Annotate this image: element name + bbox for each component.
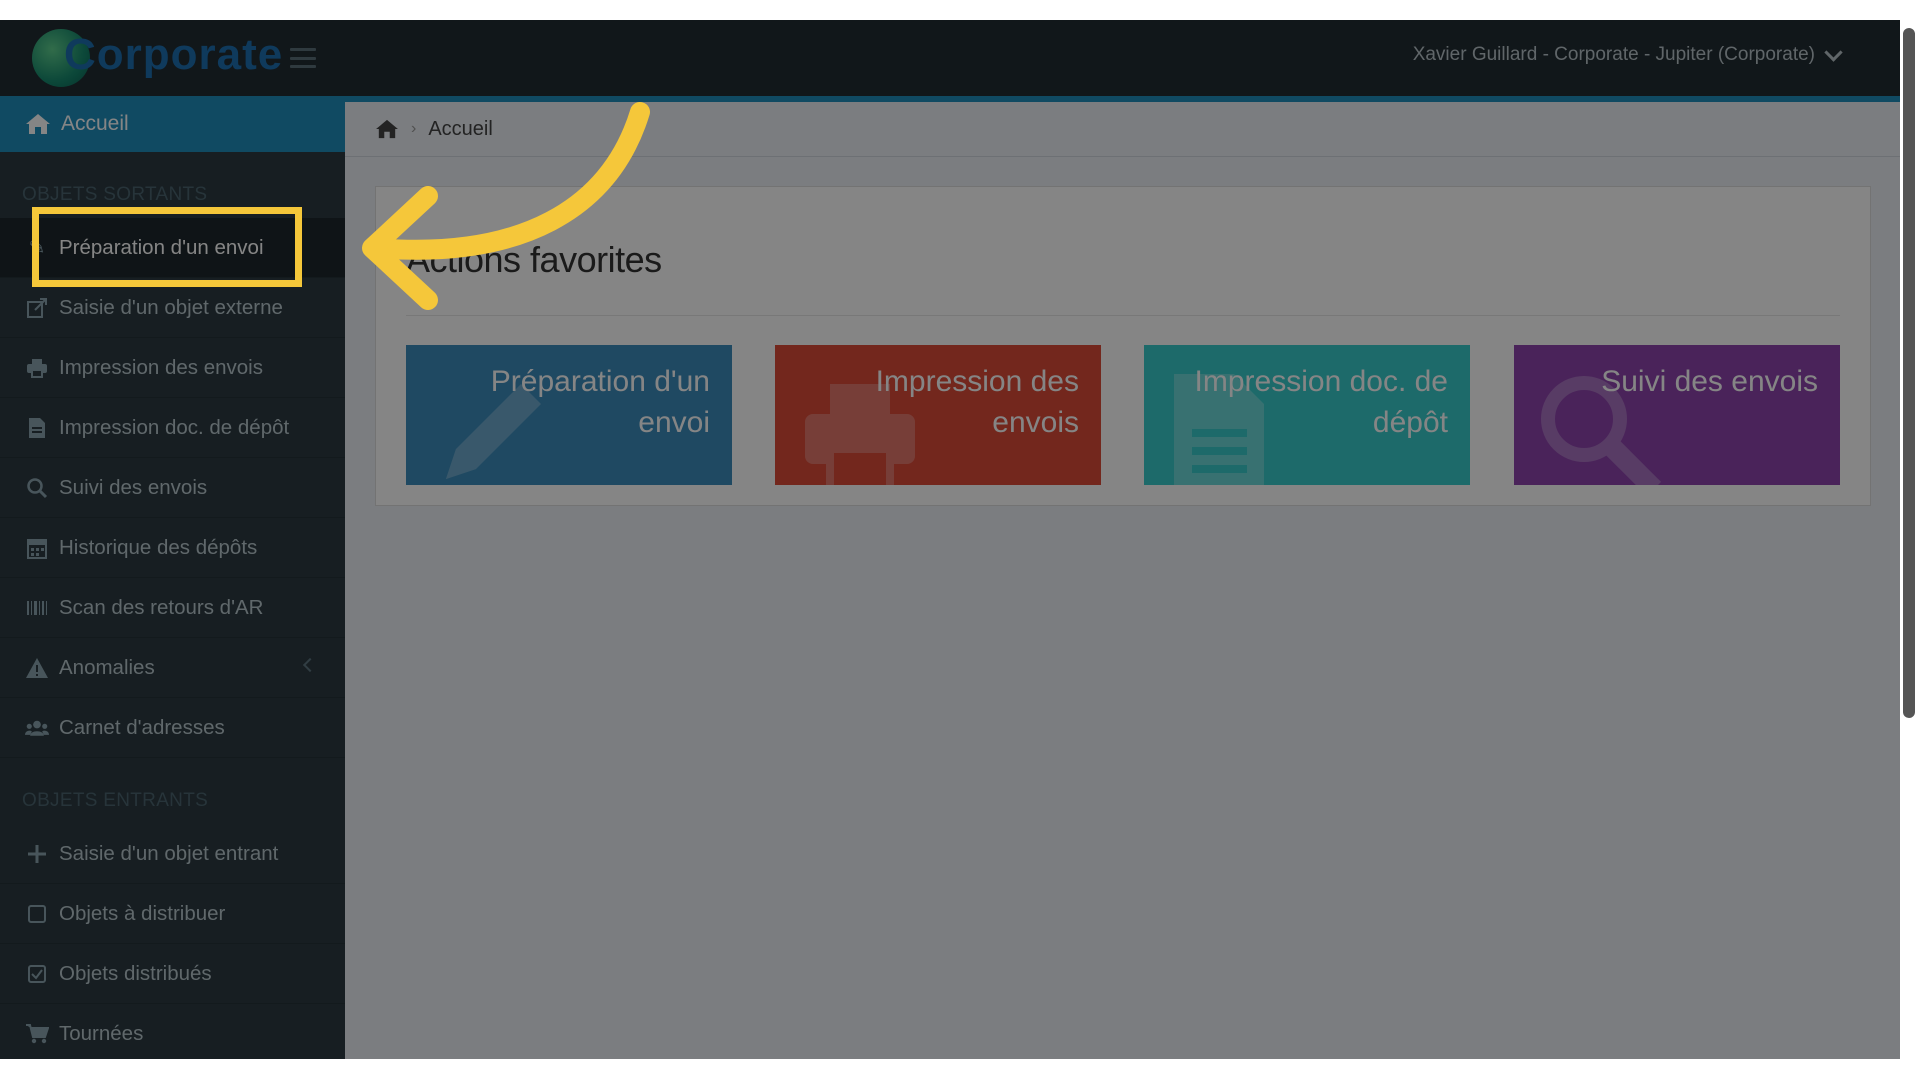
main-content: › Accueil Actions favorites Préparation … (345, 102, 1900, 1059)
page-scrollbar[interactable] (1903, 28, 1915, 718)
cart-icon (25, 1023, 49, 1045)
sidebar-item-label: Impression des envois (59, 355, 263, 379)
sidebar-item-suivi[interactable]: Suivi des envois (0, 458, 345, 518)
printer-icon (25, 357, 49, 379)
sidebar-item-label: Historique des dépôts (59, 535, 258, 559)
logo[interactable]: Corporate (32, 26, 282, 90)
sidebar-item-label: Carnet d'adresses (59, 715, 225, 739)
sidebar-item-accueil[interactable]: Accueil (0, 96, 345, 152)
search-icon (25, 477, 49, 499)
tile-impression-doc[interactable]: Impression doc. de dépôt (1144, 345, 1470, 485)
sidebar-item-label: Anomalies (59, 655, 155, 679)
checkbox-empty-icon (25, 903, 49, 925)
tile-impression-envois[interactable]: Impression des envois (775, 345, 1101, 485)
sidebar-item-a-distribuer[interactable]: Objets à distribuer (0, 884, 345, 944)
sidebar-item-label: Saisie d'un objet entrant (59, 841, 279, 865)
sidebar-item-saisie-entrant[interactable]: Saisie d'un objet entrant (0, 824, 345, 884)
warning-icon (25, 657, 49, 679)
tile-suivi[interactable]: Suivi des envois (1514, 345, 1840, 485)
external-edit-icon (25, 297, 49, 319)
document-icon (25, 417, 49, 439)
panel-divider (406, 315, 1840, 316)
plus-icon (25, 843, 49, 865)
sidebar-item-label: Objets distribués (59, 961, 212, 985)
users-icon (25, 717, 49, 739)
sidebar-item-historique[interactable]: Historique des dépôts (0, 518, 345, 578)
sidebar-item-label: Suivi des envois (59, 475, 208, 499)
tutorial-highlight-box (32, 207, 302, 287)
sidebar-item-distribues[interactable]: Objets distribués (0, 944, 345, 1004)
sidebar-item-label: Scan des retours d'AR (59, 595, 264, 619)
sidebar-item-carnet[interactable]: Carnet d'adresses (0, 698, 345, 758)
chevron-down-icon (1824, 42, 1843, 62)
section-header-entrants: OBJETS ENTRANTS (22, 790, 209, 811)
tile-label: Suivi des envois (1601, 365, 1818, 398)
logo-text: Corporate (64, 30, 284, 79)
tile-preparation[interactable]: Préparation d'un envoi (406, 345, 732, 485)
checkbox-checked-icon (25, 963, 49, 985)
sidebar-item-label: Accueil (61, 112, 129, 135)
sidebar-item-anomalies[interactable]: Anomalies (0, 638, 345, 698)
sidebar-item-saisie-externe[interactable]: Saisie d'un objet externe (0, 278, 345, 338)
breadcrumb-separator: › (411, 120, 417, 137)
breadcrumb: › Accueil (345, 102, 1900, 157)
tile-label: Préparation d'un envoi (490, 365, 710, 439)
tile-label: Impression des envois (875, 365, 1079, 439)
sidebar-item-label: Objets à distribuer (59, 901, 226, 925)
calendar-icon (25, 537, 49, 559)
favorites-panel: Actions favorites Préparation d'un envoi… (375, 186, 1871, 506)
tile-label: Impression doc. de dépôt (1194, 365, 1448, 439)
sidebar-item-label: Impression doc. de dépôt (59, 415, 290, 439)
sidebar-toggle-icon[interactable] (290, 48, 316, 68)
breadcrumb-current: Accueil (428, 117, 493, 140)
user-menu[interactable]: Xavier Guillard - Corporate - Jupiter (C… (1412, 42, 1843, 66)
home-icon[interactable] (375, 119, 399, 139)
app-window: Corporate Xavier Guillard - Corporate - … (0, 20, 1900, 1059)
chevron-left-icon (302, 657, 318, 673)
sidebar-item-label: Saisie d'un objet externe (59, 295, 283, 319)
sidebar-item-label: Tournées (59, 1021, 144, 1045)
barcode-icon (25, 597, 49, 619)
sidebar-item-impression-doc[interactable]: Impression doc. de dépôt (0, 398, 345, 458)
top-navbar: Corporate Xavier Guillard - Corporate - … (0, 20, 1900, 96)
sidebar-item-impression-envois[interactable]: Impression des envois (0, 338, 345, 398)
home-icon (26, 114, 50, 134)
panel-title: Actions favorites (406, 239, 662, 280)
user-menu-label: Xavier Guillard - Corporate - Jupiter (C… (1412, 44, 1815, 65)
sidebar-item-scan[interactable]: Scan des retours d'AR (0, 578, 345, 638)
sidebar-item-tournees[interactable]: Tournées (0, 1004, 345, 1059)
